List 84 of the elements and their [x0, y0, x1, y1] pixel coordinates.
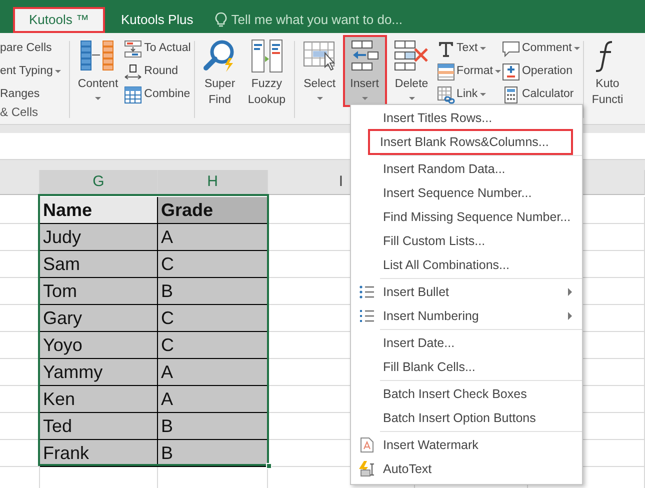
menu-item[interactable]: Batch Insert Check Boxes: [380, 384, 527, 404]
menu-item[interactable]: Insert Numbering: [380, 306, 479, 326]
table-cell: B: [158, 440, 268, 467]
table-cell: Yoyo: [40, 332, 158, 359]
menu-item[interactable]: List All Combinations...: [380, 256, 510, 274]
ribbon-button[interactable]: Super Find: [198, 35, 242, 107]
caret-icon: [95, 97, 101, 100]
striped-table-icon: [436, 62, 455, 80]
lightning-text-icon: [358, 461, 376, 477]
bullet-list-icon: [359, 285, 375, 299]
ribbon-button[interactable]: Text: [436, 38, 501, 59]
menu-item[interactable]: Insert Watermark: [380, 436, 478, 454]
formula-to-value-icon: [124, 40, 142, 58]
caret-icon: [480, 47, 486, 50]
plus-minus-icon: [502, 62, 520, 80]
submenu-arrow-icon: [568, 288, 572, 296]
ribbon-button[interactable]: Delete: [388, 35, 436, 107]
menu-item[interactable]: Insert Titles Rows...: [380, 108, 492, 128]
ribbon-button[interactable]: Fuzzy Lookup: [242, 35, 291, 107]
ribbon-tab[interactable]: Kutools Plus: [104, 7, 210, 33]
ribbon-button[interactable]: To Actual: [124, 38, 191, 59]
caret-icon: [480, 93, 486, 96]
ribbon-button[interactable]: ent Typing: [0, 61, 61, 82]
menu-item[interactable]: Find Missing Sequence Number...: [380, 208, 571, 226]
caret-icon: [362, 97, 368, 100]
table-cell: Grade: [158, 197, 268, 224]
fill-handle[interactable]: [266, 463, 272, 469]
delete-cells-icon: [392, 39, 431, 73]
caret-icon: [316, 97, 323, 100]
table-cell: C: [158, 332, 268, 359]
table-cell: Ted: [40, 413, 158, 440]
group-label: & Cells: [0, 106, 40, 118]
table-cell: B: [158, 413, 268, 440]
caret-icon: [54, 70, 61, 73]
table-cell: Tom: [40, 278, 158, 305]
ribbon-button[interactable]: Kuto Functi: [586, 35, 628, 107]
column-header[interactable]: G: [40, 170, 158, 195]
ribbon-button[interactable]: Link: [436, 84, 501, 105]
table-cell: Yammy: [40, 359, 158, 386]
table-cell: C: [158, 251, 268, 278]
table-cell: C: [158, 305, 268, 332]
menu-item[interactable]: Insert Date...: [380, 334, 455, 352]
documents-icon: [250, 39, 283, 73]
ribbon-button[interactable]: Ranges: [0, 84, 61, 105]
table-cell: Gary: [40, 305, 158, 332]
table-cell: Name: [40, 197, 158, 224]
ribbon-tab[interactable]: Kutools ™: [13, 7, 105, 33]
table-cell: Frank: [40, 440, 158, 467]
column-header[interactable]: H: [158, 170, 268, 195]
tell-me-search[interactable]: Tell me what you want to do...: [215, 7, 403, 33]
ribbon-button[interactable]: Round: [124, 61, 191, 82]
ribbon-button[interactable]: Combine: [124, 84, 191, 105]
column-header[interactable]: [0, 170, 40, 195]
menu-item[interactable]: AutoText: [380, 460, 432, 478]
menu-item[interactable]: Fill Custom Lists...: [380, 232, 486, 250]
table-icon: [124, 86, 142, 104]
menu-item[interactable]: Insert Blank Rows&Columns...: [368, 128, 573, 156]
table-cell: A: [158, 359, 268, 386]
caret-icon: [408, 97, 415, 100]
ribbon-button[interactable]: Comment: [502, 38, 580, 59]
menu-item[interactable]: Fill Blank Cells...: [380, 358, 476, 376]
table-cell: Judy: [40, 224, 158, 251]
speech-bubble-icon: [502, 40, 520, 58]
ribbon-button[interactable]: Content: [72, 35, 124, 107]
submenu-arrow-icon: [568, 312, 572, 320]
grid-cursor-icon: [302, 39, 337, 73]
document-icon: [360, 437, 374, 453]
letter-t-icon: [436, 40, 455, 58]
menu-item[interactable]: Batch Insert Option Buttons: [380, 408, 536, 428]
table-cell: B: [158, 278, 268, 305]
caret-icon: [574, 47, 580, 50]
ribbon-button[interactable]: Calculator: [502, 84, 580, 105]
menu-item[interactable]: Insert Bullet: [380, 282, 450, 302]
ribbon-button[interactable]: Select: [298, 35, 342, 107]
table-cell: A: [158, 386, 268, 413]
ribbon-button[interactable]: pare Cells: [0, 38, 61, 59]
table-cell: Sam: [40, 251, 158, 278]
ribbon-button[interactable]: Operation: [502, 61, 580, 82]
table-cell: Ken: [40, 386, 158, 413]
lightbulb-icon: [215, 12, 228, 28]
ribbon-button[interactable]: Insert: [342, 35, 387, 107]
ribbon-button[interactable]: Format: [436, 61, 501, 82]
table-cell: A: [158, 224, 268, 251]
numbered-list-icon: [359, 309, 375, 323]
